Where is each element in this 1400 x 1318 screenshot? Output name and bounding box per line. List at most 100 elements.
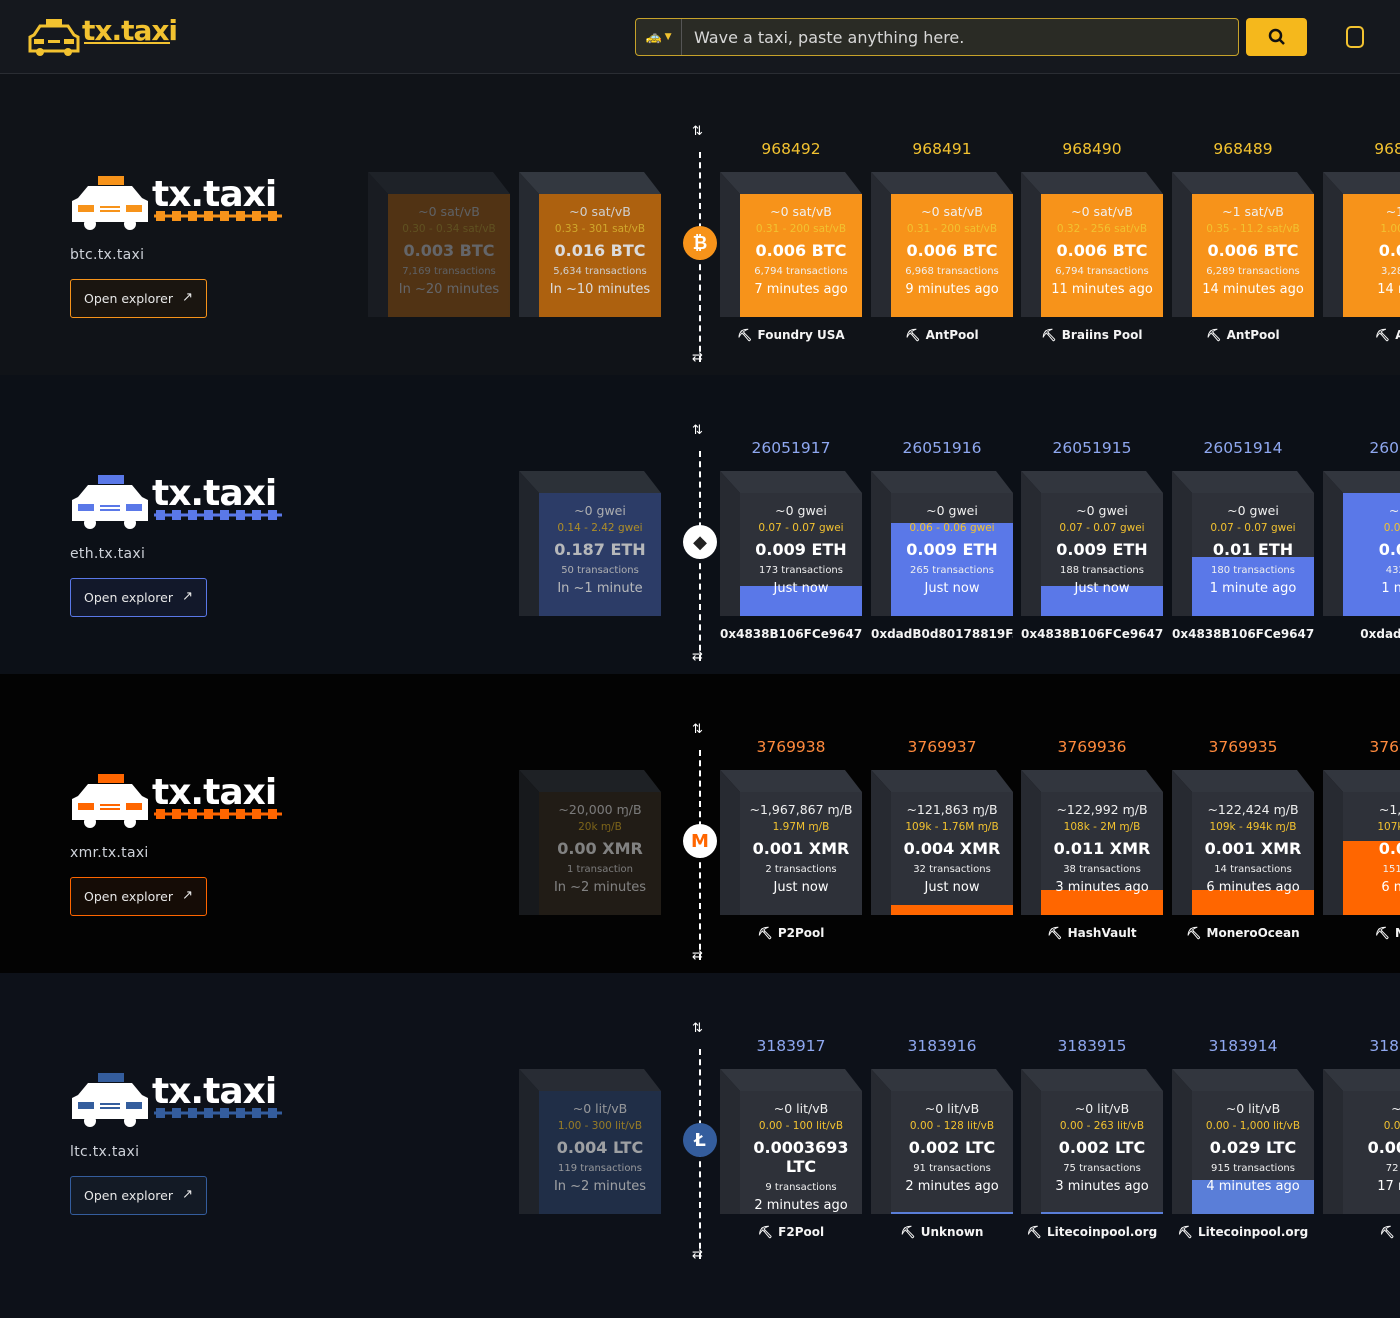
open-explorer-label: Open explorer (84, 1188, 173, 1203)
block-median-fee: ~0 l (1391, 1101, 1400, 1116)
block-content: ~0 gwei 0.07 - 0.07 gwei 0.009 ETH 173 tran… (740, 503, 862, 596)
swap-arrows-icon[interactable]: ⇄ (692, 350, 703, 365)
block-miner[interactable]: ⛏ F2Pool (720, 1225, 862, 1239)
swap-arrows-icon[interactable]: ⇄ (692, 1247, 703, 1262)
phone-icon[interactable] (1346, 26, 1364, 48)
mined-block[interactable]: ~1,116, 107k - 2.4 0.053 151 tran 6 minu (1323, 770, 1400, 915)
block-height: 26051917 (751, 439, 831, 457)
mined-block[interactable]: ~0 lit/vB 0.00 - 128 lit/vB 0.002 LTC 91 tr… (871, 1069, 1013, 1214)
sort-arrows-icon[interactable]: ⇅ (692, 423, 703, 438)
mined-block[interactable]: ~0 l 0.00 - 1 0.00073 72 tran 17 minu (1323, 1069, 1400, 1214)
block-miner[interactable]: ⛏ Litecoinpool.org (1172, 1225, 1314, 1239)
block-top-face (1021, 172, 1163, 194)
pending-block[interactable]: ~0 sat/vB 0.30 - 0.34 sat/vB 0.003 BTC 7,16… (368, 172, 510, 317)
block-median-fee: ~20,000 ɱ/B (558, 802, 642, 817)
block-median-fee: ~0 gwei (1227, 503, 1279, 518)
block-front-face: ~0 sat/vB 0.30 - 0.34 sat/vB 0.003 BTC 7,16… (388, 194, 510, 317)
swap-arrows-icon[interactable]: ⇄ (692, 649, 703, 664)
block-miner[interactable]: ⛏ MoneroOcean (1172, 926, 1314, 940)
search-button[interactable] (1246, 18, 1307, 56)
block-front-face: ~0 sat/vB 0.31 - 200 sat/vB 0.006 BTC 6,794… (740, 194, 862, 317)
mined-block[interactable]: ~0 g 0.06 - 0 0.015 432 tra 1 minu (1323, 471, 1400, 616)
block-miner[interactable]: 0x4838B106FCe9647... (1172, 627, 1314, 641)
block-time: 6 minu (1381, 880, 1400, 895)
block-miner[interactable]: ⛏ AntPool (871, 328, 1013, 342)
mined-block[interactable]: ~0 lit/vB 0.00 - 1,000 lit/vB 0.029 LTC 915… (1172, 1069, 1314, 1214)
block-total-fees: 0.01 ETH (1212, 540, 1294, 559)
block-time: 2 minutes ago (905, 1179, 999, 1194)
pending-block[interactable]: ~0 sat/vB 0.33 - 301 sat/vB 0.016 BTC 5,634… (519, 172, 661, 317)
mined-block[interactable]: ~0 sat/vB 0.32 - 256 sat/vB 0.006 BTC 6,794… (1021, 172, 1163, 317)
swap-arrows-icon[interactable]: ⇄ (692, 948, 703, 963)
block-miner[interactable]: ⛏ P2Pool (720, 926, 862, 940)
block-height: 26051914 (1203, 439, 1283, 457)
taxi-logo-icon: tx.taxi (72, 772, 282, 828)
mined-block[interactable]: ~1,967,867 ɱ/B 1.97M ɱ/B 0.001 XMR 2 transa… (720, 770, 862, 915)
mined-block[interactable]: ~0 sat/vB 0.31 - 200 sat/vB 0.006 BTC 6,968… (871, 172, 1013, 317)
block-miner-name: MoneroOcean (1206, 926, 1300, 940)
mined-block[interactable]: ~0 gwei 0.07 - 0.07 gwei 0.009 ETH 188 tran… (1021, 471, 1163, 616)
block-miner[interactable]: 0xdadB0d (1323, 627, 1400, 641)
mined-block[interactable]: ~121,863 ɱ/B 109k - 1.76M ɱ/B 0.004 XMR 32 … (871, 770, 1013, 915)
block-side-face (871, 1069, 891, 1214)
mined-block[interactable]: ~1 sa 1.00 - 22 0.023 3,282 tra 14 minu (1323, 172, 1400, 317)
mined-block[interactable]: ~122,992 ɱ/B 108k - 2M ɱ/B 0.011 XMR 38 tra… (1021, 770, 1163, 915)
search-input[interactable] (682, 19, 1238, 55)
open-explorer-button[interactable]: Open explorer ↗ (70, 1176, 207, 1215)
block-content: ~122,424 ɱ/B 109k - 494k ɱ/B 0.001 XMR 14 t… (1192, 802, 1314, 895)
mined-block[interactable]: ~122,424 ɱ/B 109k - 494k ɱ/B 0.001 XMR 14 t… (1172, 770, 1314, 915)
block-miner[interactable]: 0x4838B106FCe9647... (720, 627, 862, 641)
block-fee-range: 0.00 - 100 lit/vB (758, 1120, 844, 1132)
open-explorer-button[interactable]: Open explorer ↗ (70, 578, 207, 617)
block-miner[interactable]: 0xdadB0d80178819F... (871, 627, 1013, 641)
block-total-fees: 0.004 LTC (556, 1138, 644, 1157)
external-link-icon: ↗ (182, 589, 193, 604)
sort-arrows-icon[interactable]: ⇅ (692, 124, 703, 139)
mined-block[interactable]: ~0 lit/vB 0.00 - 100 lit/vB 0.0003693 LTC 9… (720, 1069, 862, 1214)
pending-block[interactable]: ~0 gwei 0.14 - 2.42 gwei 0.187 ETH 50 trans… (519, 471, 661, 616)
open-explorer-button[interactable]: Open explorer ↗ (70, 877, 207, 916)
block-miner[interactable]: ⛏ Foundry USA (720, 328, 862, 342)
chain-logo: tx.taxi (70, 1069, 285, 1129)
block-miner[interactable]: ⛏ Unknown (871, 1225, 1013, 1239)
site-logo[interactable]: tx.taxi (28, 14, 178, 58)
mined-block[interactable]: ~0 gwei 0.06 - 0.06 gwei 0.009 ETH 265 tran… (871, 471, 1013, 616)
mined-block[interactable]: ~0 gwei 0.07 - 0.07 gwei 0.009 ETH 173 tran… (720, 471, 862, 616)
pending-block[interactable]: ~0 lit/vB 1.00 - 300 lit/vB 0.004 LTC 119 t… (519, 1069, 661, 1214)
sort-arrows-icon[interactable]: ⇅ (692, 1021, 703, 1036)
block-miner[interactable]: ⛏ Litecoinpool.org (1021, 1225, 1163, 1239)
block-miner-name: Unknown (920, 1225, 984, 1239)
block-tx-count: 50 transactions (561, 565, 639, 576)
block-front-face: ~0 g 0.06 - 0 0.015 432 tra 1 minu (1343, 493, 1400, 616)
block-miner[interactable]: ⛏F (1323, 1225, 1400, 1239)
block-time: 3 minutes ago (1055, 880, 1149, 895)
chain-logo: tx.taxi (70, 770, 285, 830)
mined-block[interactable]: ~0 sat/vB 0.31 - 200 sat/vB 0.006 BTC 6,794… (720, 172, 862, 317)
block-miner[interactable]: ⛏ Na (1323, 926, 1400, 940)
block-miner[interactable]: ⛏ Braiins Pool (1021, 328, 1163, 342)
pending-block[interactable]: ~20,000 ɱ/B 20k ɱ/B 0.00 XMR 1 transaction I… (519, 770, 661, 915)
mined-block[interactable]: ~1 sat/vB 0.35 - 11.2 sat/vB 0.006 BTC 6,28… (1172, 172, 1314, 317)
block-miner[interactable]: ⛏ HashVault (1021, 926, 1163, 940)
block-height: 26051 (1369, 439, 1400, 457)
block-fee-range: 0.00 - 263 lit/vB (1059, 1120, 1145, 1132)
block-fee-range: 109k - 1.76M ɱ/B (905, 821, 999, 833)
mined-block[interactable]: ~0 lit/vB 0.00 - 263 lit/vB 0.002 LTC 75 tr… (1021, 1069, 1163, 1214)
open-explorer-button[interactable]: Open explorer ↗ (70, 279, 207, 318)
block-miner[interactable]: ⛏ An (1323, 328, 1400, 342)
pickaxe-icon: ⛏ (1379, 1225, 1396, 1239)
mined-block[interactable]: ~0 gwei 0.07 - 0.07 gwei 0.01 ETH 180 trans… (1172, 471, 1314, 616)
block-median-fee: ~0 sat/vB (921, 204, 983, 219)
block-front-face: ~1,967,867 ɱ/B 1.97M ɱ/B 0.001 XMR 2 transa… (740, 792, 862, 915)
block-front-face: ~0 gwei 0.06 - 0.06 gwei 0.009 ETH 265 tran… (891, 493, 1013, 616)
block-miner[interactable]: 0x4838B106FCe9647... (1021, 627, 1163, 641)
block-height: 31839 (1369, 1037, 1400, 1055)
block-height: 3183915 (1057, 1037, 1127, 1055)
block-miner[interactable]: ⛏ AntPool (1172, 328, 1314, 342)
block-time: 3 minutes ago (1055, 1179, 1149, 1194)
block-content: ~0 g 0.06 - 0 0.015 432 tra 1 minu (1343, 503, 1400, 596)
search-type-select[interactable]: 🚕 ▼ (636, 19, 682, 55)
block-time: 6 minutes ago (1206, 880, 1300, 895)
block-tx-count: 2 transactions (765, 864, 837, 875)
sort-arrows-icon[interactable]: ⇅ (692, 722, 703, 737)
